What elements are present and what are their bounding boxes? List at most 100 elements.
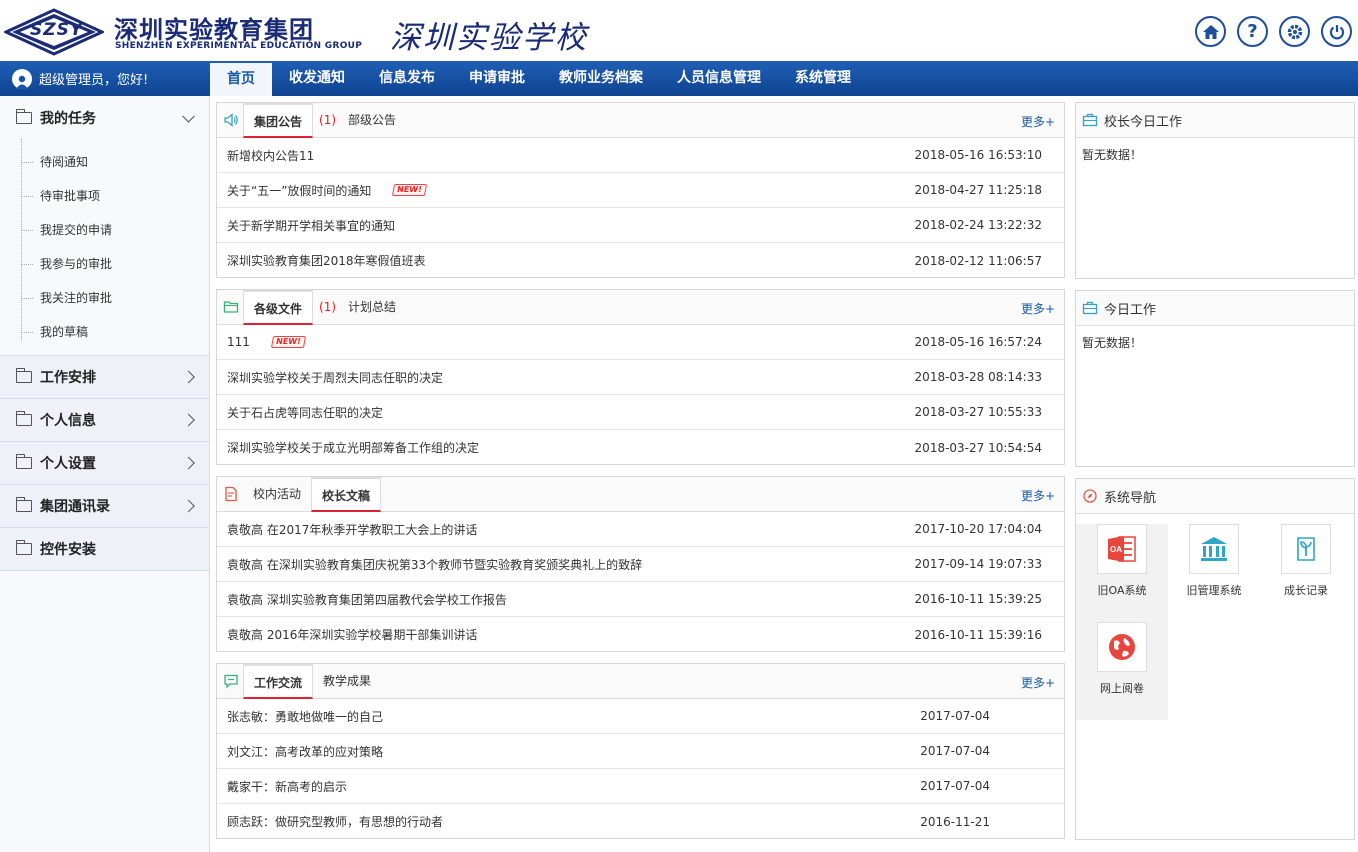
sidebar-group-label: 控件安装	[40, 542, 96, 558]
exchange-panel: 工作交流 教学成果 更多+ 张志敏：勇敢地做唯一的自己 2017-07-04 刘…	[216, 663, 1065, 839]
chevron-right-icon	[182, 370, 195, 384]
list-item[interactable]: 深圳实验学校关于周烈夫同志任职的决定 2018-03-28 08:14:33	[217, 360, 1064, 395]
tab-dept-announcements[interactable]: 部级公告	[338, 103, 406, 137]
sidebar-submenu: 待阅通知 待审批事项 我提交的申请 我参与的审批 我关注的审批 我的草稿	[0, 139, 209, 356]
nav-tile-old-oa[interactable]: OA 旧OA系统	[1076, 524, 1168, 622]
sidebar-item-pending-read[interactable]: 待阅通知	[0, 145, 209, 179]
list-item[interactable]: 关于石占虎等同志任职的决定 2018-03-27 10:55:33	[217, 395, 1064, 430]
chevron-right-icon	[182, 456, 195, 470]
nav-tile-old-management[interactable]: 旧管理系统	[1168, 524, 1260, 622]
list-item[interactable]: 袁敬高 在2017年秋季开学教职工大会上的讲话 2017-10-20 17:04…	[217, 512, 1064, 547]
nav-tile-online-grading[interactable]: 网上阅卷	[1076, 622, 1168, 720]
help-icon[interactable]: ?	[1237, 16, 1268, 47]
item-date: 2018-04-27 11:25:18	[914, 183, 1042, 197]
tab-campus-activities[interactable]: 校内活动	[243, 477, 311, 511]
more-link[interactable]: 更多+	[1021, 487, 1055, 504]
list-item[interactable]: 深圳实验教育集团2018年寒假值班表 2018-02-12 11:06:57	[217, 243, 1064, 278]
gear-icon[interactable]	[1279, 16, 1310, 47]
list-item[interactable]: 关于新学期开学相关事宜的通知 2018-02-24 13:22:32	[217, 208, 1064, 243]
sidebar-group-label: 集团通讯录	[40, 499, 110, 515]
oa-icon: OA	[1108, 536, 1136, 562]
list-item[interactable]: 顾志跃：做研究型教师，有思想的行动者 2016-11-21	[217, 804, 1064, 839]
sidebar-group-personal-info[interactable]: 个人信息	[0, 399, 209, 442]
panel-header: 系统导航	[1076, 479, 1354, 514]
tile-icon-box	[1189, 524, 1239, 574]
sprout-icon	[1297, 537, 1315, 561]
item-title: 关于新学期开学相关事宜的通知	[227, 218, 396, 233]
list-item[interactable]: 袁敬高 在深圳实验教育集团庆祝第33个教师节暨实验教育奖颁奖典礼上的致辞 201…	[217, 547, 1064, 582]
list-item[interactable]: 关于“五一”放假时间的通知 NEW! 2018-04-27 11:25:18	[217, 173, 1064, 208]
item-title: 袁敬高 在2017年秋季开学教职工大会上的讲话	[227, 522, 478, 537]
sidebar-item-drafts[interactable]: 我的草稿	[0, 315, 209, 349]
item-date: 2017-07-04	[920, 779, 990, 793]
sidebar-group-plugin-install[interactable]: 控件安装	[0, 528, 209, 571]
svg-text:OA: OA	[1110, 545, 1122, 554]
tab-plans-summaries[interactable]: 计划总结	[338, 290, 406, 324]
panel-title: 今日工作	[1104, 302, 1157, 318]
tab-principal-articles[interactable]: 校长文稿	[311, 477, 382, 512]
user-icon	[12, 68, 32, 89]
main-navbar: 超级管理员，您好! 首页 收发通知 信息发布 申请审批 教师业务档案 人员信息管…	[0, 61, 1358, 96]
home-icon[interactable]	[1195, 16, 1226, 47]
list-item[interactable]: 新增校内公告11 2018-05-16 16:53:10	[217, 138, 1064, 173]
list-item[interactable]: 戴家干：新高考的启示 2017-07-04	[217, 769, 1064, 804]
sidebar-item-followed[interactable]: 我关注的审批	[0, 281, 209, 315]
panel-title: 校长今日工作	[1104, 114, 1183, 130]
sidebar-group-my-tasks[interactable]: 我的任务	[0, 96, 209, 139]
tile-icon-box	[1097, 622, 1147, 672]
list-item[interactable]: 袁敬高 深圳实验教育集团第四届教代会学校工作报告 2016-10-11 15:3…	[217, 582, 1064, 617]
more-link[interactable]: 更多+	[1021, 113, 1055, 130]
power-icon[interactable]	[1321, 16, 1352, 47]
tab-documents[interactable]: 各级文件	[243, 290, 314, 325]
tile-icon-box	[1281, 524, 1331, 574]
item-title: 刘文江：高考改革的应对策略	[227, 744, 384, 759]
sidebar-group-label: 个人设置	[40, 456, 96, 472]
folder-open-icon	[223, 301, 239, 313]
folder-icon	[15, 411, 32, 426]
nav-item-personnel[interactable]: 人员信息管理	[660, 61, 778, 96]
announcements-panel: 集团公告 (1) 部级公告 更多+ 新增校内公告11 2018-05-16 16…	[216, 102, 1065, 278]
sidebar-item-pending-approval[interactable]: 待审批事项	[0, 179, 209, 213]
globe-icon	[1109, 634, 1135, 660]
item-date: 2017-07-04	[920, 709, 990, 723]
item-date: 2018-05-16 16:53:10	[914, 148, 1042, 162]
nav-item-approval[interactable]: 申请审批	[452, 61, 542, 96]
nav-item-publish[interactable]: 信息发布	[362, 61, 452, 96]
tab-group-announcements[interactable]: 集团公告	[243, 103, 314, 138]
nav-item-teacher-archive[interactable]: 教师业务档案	[542, 61, 660, 96]
sidebar-group-contacts[interactable]: 集团通讯录	[0, 485, 209, 528]
sidebar-group-personal-settings[interactable]: 个人设置	[0, 442, 209, 485]
item-date: 2018-03-28 08:14:33	[914, 370, 1042, 384]
new-badge: NEW!	[270, 336, 306, 348]
list-item[interactable]: 袁敬高 2016年深圳实验学校暑期干部集训讲话 2016-10-11 15:39…	[217, 617, 1064, 652]
school-name: 深圳实验学校	[390, 20, 588, 56]
nav-tile-growth-record[interactable]: 成长记录	[1260, 524, 1352, 622]
item-title: 袁敬高 深圳实验教育集团第四届教代会学校工作报告	[227, 592, 507, 607]
more-link[interactable]: 更多+	[1021, 300, 1055, 317]
list-item[interactable]: 深圳实验学校关于成立光明部筹备工作组的决定 2018-03-27 10:54:5…	[217, 430, 1064, 465]
list-item[interactable]: 刘文江：高考改革的应对策略 2017-07-04	[217, 734, 1064, 769]
sidebar-item-participated[interactable]: 我参与的审批	[0, 247, 209, 281]
item-title: 深圳实验教育集团2018年寒假值班表	[227, 254, 426, 268]
item-date: 2018-03-27 10:54:54	[914, 440, 1042, 455]
nav-item-system[interactable]: 系统管理	[778, 61, 868, 96]
folder-icon	[15, 540, 32, 555]
tab-teaching-results[interactable]: 教学成果	[313, 664, 381, 698]
list-item[interactable]: 111 NEW! 2018-05-16 16:57:24	[217, 325, 1064, 360]
tab-work-exchange[interactable]: 工作交流	[243, 664, 314, 699]
sidebar-item-my-applications[interactable]: 我提交的申请	[0, 213, 209, 247]
sidebar-group-label: 个人信息	[40, 413, 96, 429]
nav-item-home[interactable]: 首页	[210, 63, 272, 96]
panel-header: 各级文件 (1) 计划总结 更多+	[217, 290, 1064, 325]
item-title: 张志敏：勇敢地做唯一的自己	[227, 709, 384, 724]
more-link[interactable]: 更多+	[1021, 674, 1055, 691]
bank-icon	[1201, 537, 1227, 561]
item-date: 2016-10-11 15:39:16	[914, 627, 1042, 642]
list-item[interactable]: 张志敏：勇敢地做唯一的自己 2017-07-04	[217, 699, 1064, 734]
nav-item-notices[interactable]: 收发通知	[272, 61, 362, 96]
item-date: 2017-07-04	[920, 744, 990, 758]
panel-header: 校长今日工作	[1076, 103, 1354, 138]
folder-icon	[15, 368, 32, 383]
sidebar-group-work-schedule[interactable]: 工作安排	[0, 356, 209, 399]
system-nav-grid: OA 旧OA系统 旧管理系统 成长记录 网上阅卷	[1076, 514, 1354, 720]
